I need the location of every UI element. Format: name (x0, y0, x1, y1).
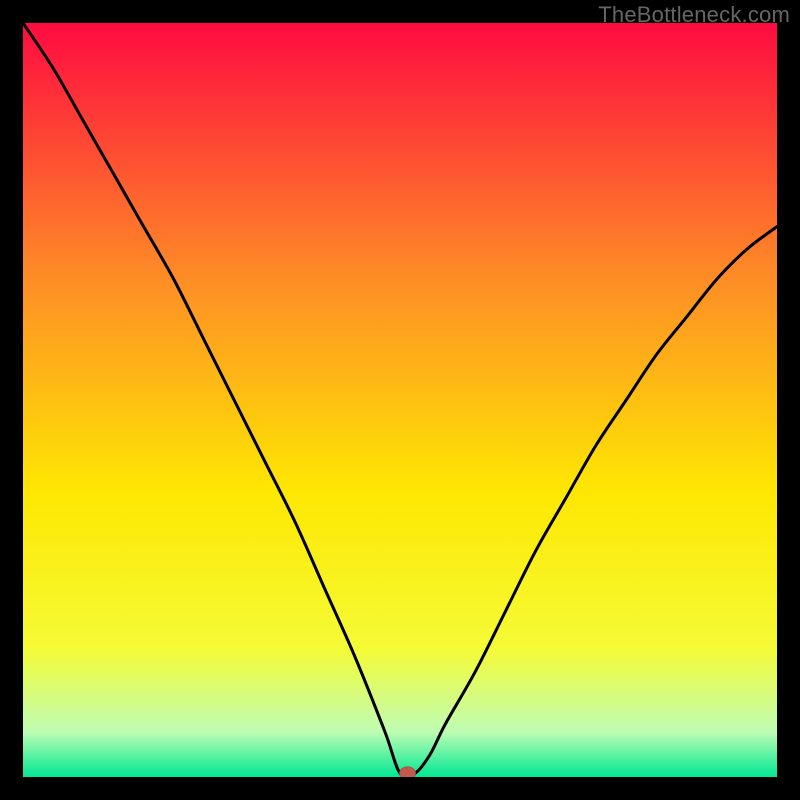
attribution-text: TheBottleneck.com (598, 2, 790, 28)
chart-stage: { "attribution": "TheBottleneck.com", "c… (0, 0, 800, 800)
optimal-point-marker (400, 767, 416, 777)
chart-svg (23, 23, 777, 777)
plot-area (23, 23, 777, 777)
gradient-background (23, 23, 777, 777)
